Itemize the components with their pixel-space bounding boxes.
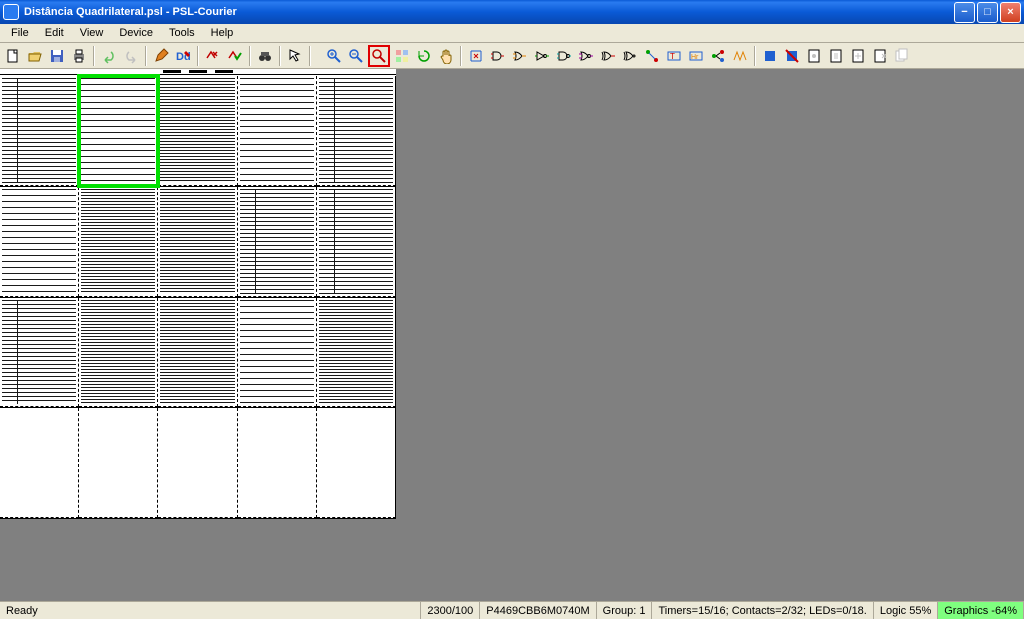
sheet-header (0, 69, 396, 75)
compile-green-check-icon[interactable] (225, 46, 245, 66)
sheet-cell-1-3[interactable] (158, 76, 237, 186)
sheet-cell-1-2-selected[interactable] (79, 76, 158, 186)
status-position: 2300/100 (421, 602, 480, 619)
svg-text:Dd: Dd (176, 51, 191, 63)
zoom-in-icon[interactable] (324, 46, 344, 66)
menu-file[interactable]: File (4, 25, 36, 41)
app-icon (3, 4, 19, 20)
close-button[interactable]: × (1000, 2, 1021, 23)
timer-icon[interactable]: T (664, 46, 684, 66)
sheet-cell-1-5[interactable] (317, 76, 396, 186)
sheet-cell-4-3[interactable] (158, 408, 237, 518)
page-icon[interactable] (804, 46, 824, 66)
pointer-icon[interactable] (285, 46, 305, 66)
sheet-cell-4-2[interactable] (79, 408, 158, 518)
menu-tools[interactable]: Tools (162, 25, 202, 41)
svg-text:Hr: Hr (691, 54, 699, 61)
sheet-cell-4-1[interactable] (0, 408, 79, 518)
gate-nand-icon[interactable] (554, 46, 574, 66)
menu-device[interactable]: Device (112, 25, 160, 41)
window-controls: − □ × (954, 2, 1021, 23)
sheet-row-3 (0, 298, 396, 409)
redo-icon[interactable] (121, 46, 141, 66)
status-logic: Logic 55% (874, 602, 938, 619)
text-tool-icon[interactable]: Dd (173, 46, 193, 66)
gate-not-icon[interactable] (532, 46, 552, 66)
sheet-row-2 (0, 187, 396, 298)
sheet-cell-2-5[interactable] (317, 187, 396, 297)
connect-icon[interactable] (642, 46, 662, 66)
sheet-cell-4-4[interactable] (238, 408, 317, 518)
gate-xnor-icon[interactable] (620, 46, 640, 66)
sheet-cell-3-1[interactable] (0, 298, 79, 408)
toolbar: Dd T Hr (0, 43, 1024, 69)
signal-icon[interactable] (730, 46, 750, 66)
binoculars-icon[interactable] (255, 46, 275, 66)
status-bar: Ready 2300/100 P4469CBB6M0740M Group: 1 … (0, 601, 1024, 619)
page-add-icon[interactable] (848, 46, 868, 66)
sheet-row-4 (0, 408, 396, 519)
gate-and-icon[interactable] (488, 46, 508, 66)
sheet-cell-4-5[interactable] (317, 408, 396, 518)
maximize-button[interactable]: □ (977, 2, 998, 23)
undo-icon[interactable] (99, 46, 119, 66)
sheet-cell-3-5[interactable] (317, 298, 396, 408)
menu-edit[interactable]: Edit (38, 25, 71, 41)
status-ready: Ready (0, 602, 421, 619)
menu-view[interactable]: View (73, 25, 111, 41)
window-title: Distância Quadrilateral.psl - PSL-Courie… (24, 6, 954, 18)
gate-or-icon[interactable] (510, 46, 530, 66)
menu-bar: File Edit View Device Tools Help (0, 24, 1024, 43)
page-del-icon[interactable] (870, 46, 890, 66)
schematic-canvas[interactable] (0, 69, 396, 519)
node-icon[interactable] (708, 46, 728, 66)
open-icon[interactable] (25, 46, 45, 66)
gate-xor-icon[interactable] (598, 46, 618, 66)
sheet-cell-2-4[interactable] (238, 187, 317, 297)
minimize-button[interactable]: − (954, 2, 975, 23)
svg-text:T: T (670, 52, 675, 61)
gate-nor-icon[interactable] (576, 46, 596, 66)
status-counts: Timers=15/16; Contacts=2/32; LEDs=0/18. (652, 602, 873, 619)
sheet-cell-3-4[interactable] (238, 298, 317, 408)
sheet-cell-3-3[interactable] (158, 298, 237, 408)
page-dup-icon[interactable] (892, 46, 912, 66)
pan-hand-icon[interactable] (436, 46, 456, 66)
status-id: P4469CBB6M0740M (480, 602, 596, 619)
sheet-cell-2-2[interactable] (79, 187, 158, 297)
menu-help[interactable]: Help (204, 25, 241, 41)
status-group: Group: 1 (597, 602, 653, 619)
sheet-cell-2-3[interactable] (158, 187, 237, 297)
align-icon[interactable] (466, 46, 486, 66)
sheet-cell-1-4[interactable] (238, 76, 317, 186)
sheet-row-1 (0, 76, 396, 187)
zoom-fit-icon[interactable] (368, 45, 390, 67)
sheet-cell-2-1[interactable] (0, 187, 79, 297)
sheet-cell-3-2[interactable] (79, 298, 158, 408)
block-icon[interactable] (760, 46, 780, 66)
new-file-icon[interactable] (3, 46, 23, 66)
print-icon[interactable] (69, 46, 89, 66)
page-nav-icon[interactable] (826, 46, 846, 66)
status-graphics: Graphics -64% (938, 602, 1024, 619)
compile-red-x-icon[interactable] (203, 46, 223, 66)
delete-block-icon[interactable] (782, 46, 802, 66)
sheet-cell-1-1[interactable] (0, 76, 79, 186)
refresh-icon[interactable] (414, 46, 434, 66)
save-icon[interactable] (47, 46, 67, 66)
edit-pen-icon[interactable] (151, 46, 171, 66)
title-bar: Distância Quadrilateral.psl - PSL-Courie… (0, 0, 1024, 24)
zoom-out-icon[interactable] (346, 46, 366, 66)
workspace[interactable] (0, 69, 1024, 601)
counter-icon[interactable]: Hr (686, 46, 706, 66)
grid-icon[interactable] (392, 46, 412, 66)
